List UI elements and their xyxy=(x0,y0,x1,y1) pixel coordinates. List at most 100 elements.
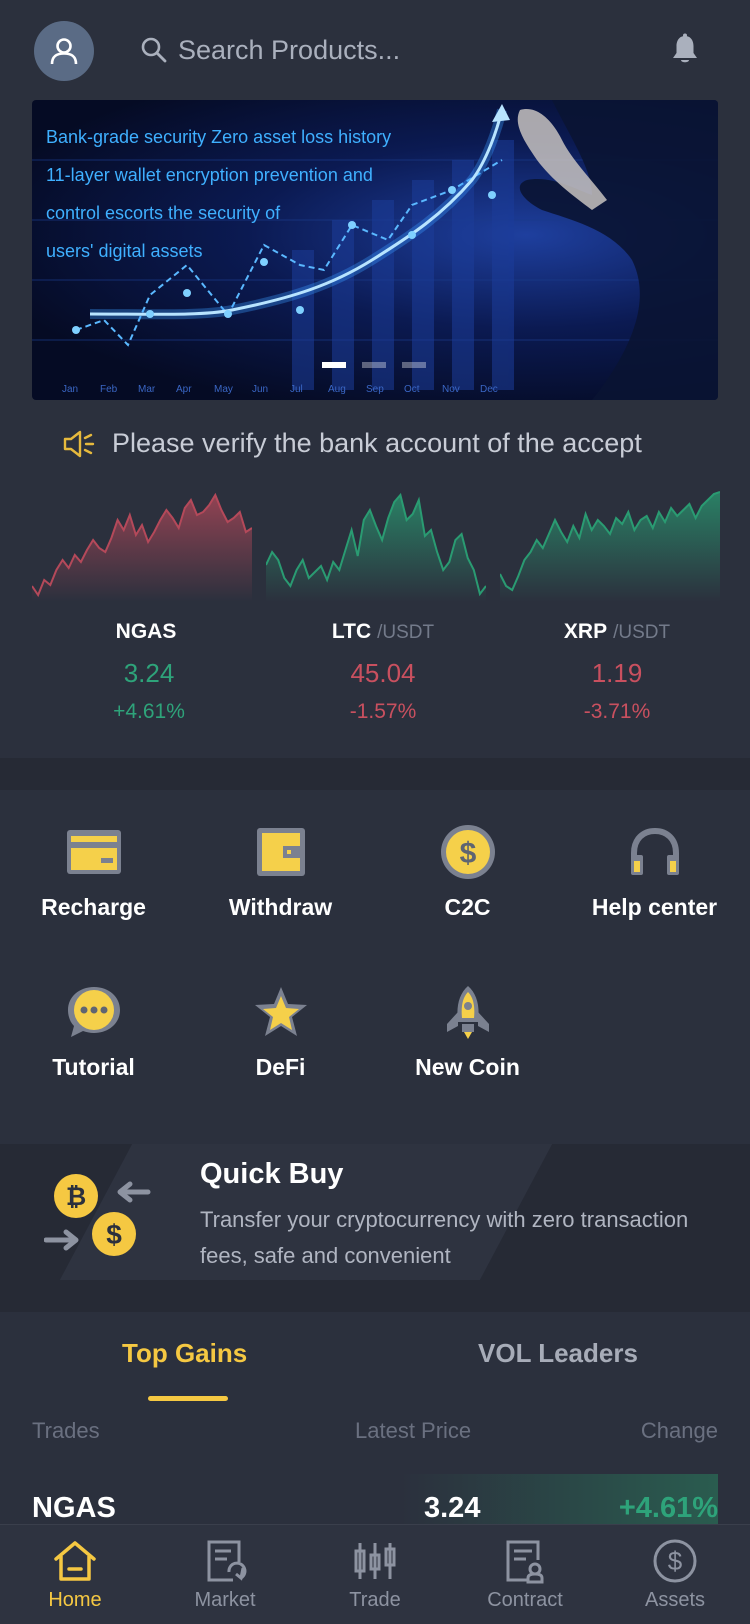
ticker-name: NGAS xyxy=(32,620,266,644)
announcement-text: Please verify the bank account of the ac… xyxy=(112,428,642,458)
tab-top-gains[interactable]: Top Gains xyxy=(122,1338,247,1369)
sparkline-chart xyxy=(32,492,252,602)
menu-recharge[interactable]: Recharge xyxy=(0,790,187,930)
svg-text:₿: ₿ xyxy=(66,1183,86,1211)
banner-line: users' digital assets xyxy=(46,241,203,261)
menu-tutorial[interactable]: Tutorial xyxy=(0,950,187,1090)
menu-label: Help center xyxy=(591,894,718,920)
quick-menu: Recharge Withdraw $ C2C Help center Tuto… xyxy=(0,790,750,1112)
carousel-dot[interactable] xyxy=(402,362,426,368)
ticker-symbol: NGAS xyxy=(115,620,177,643)
nav-assets[interactable]: $ Assets xyxy=(600,1525,750,1624)
bell-icon xyxy=(673,33,697,63)
trade-icon xyxy=(351,1537,399,1585)
search-icon xyxy=(141,37,167,63)
nav-label: Market xyxy=(194,1589,256,1611)
ticker-change: -1.57% xyxy=(349,700,417,723)
ticker-card-ngas[interactable]: NGAS 3.24 +4.61% xyxy=(32,490,266,730)
svg-text:$: $ xyxy=(459,837,476,870)
column-header-change: Change xyxy=(640,1418,718,1443)
tab-indicator xyxy=(148,1396,228,1401)
ticker-symbol: XRP xyxy=(563,620,608,643)
bottom-navigation: Home Market Trade Contract $ Assets xyxy=(0,1524,750,1624)
search-input[interactable]: Search Products... xyxy=(178,35,400,66)
notification-button[interactable] xyxy=(670,33,700,70)
menu-label: Withdraw xyxy=(228,894,333,920)
ticker-change: -3.71% xyxy=(583,700,651,723)
ticker-card-ltc[interactable]: LTC/USDT 45.04 -1.57% xyxy=(266,490,500,730)
ticker-pair: /USDT xyxy=(613,622,671,643)
menu-new-coin[interactable]: New Coin xyxy=(374,950,561,1090)
banner-month-label: Oct xyxy=(404,384,420,395)
menu-help-center[interactable]: Help center xyxy=(561,790,748,930)
ticker-pair: /USDT xyxy=(377,622,435,643)
quick-buy-banner[interactable]: ₿ $ Quick Buy Transfer your cryptocurren… xyxy=(0,1144,750,1280)
menu-withdraw[interactable]: Withdraw xyxy=(187,790,374,930)
svg-text:$: $ xyxy=(668,1546,683,1576)
banner-month-label: Apr xyxy=(176,384,192,395)
ranking-tabs: Top Gains VOL Leaders xyxy=(0,1312,750,1402)
market-icon xyxy=(201,1537,249,1585)
ticker-price: 3.24 xyxy=(123,658,175,688)
nav-market[interactable]: Market xyxy=(150,1525,300,1624)
sparkline-chart xyxy=(266,492,486,602)
contract-icon xyxy=(501,1537,549,1585)
chat-bubble-icon xyxy=(62,980,126,1044)
announcement-bar[interactable]: Please verify the bank account of the ac… xyxy=(62,428,642,459)
nav-contract[interactable]: Contract xyxy=(450,1525,600,1624)
nav-trade[interactable]: Trade xyxy=(300,1525,450,1624)
banner-month-label: Feb xyxy=(100,384,118,395)
banner-month-label: Dec xyxy=(480,384,498,395)
ticker-card-xrp[interactable]: XRP/USDT 1.19 -3.71% xyxy=(500,490,734,730)
ticker-name: XRP/USDT xyxy=(500,620,734,644)
banner-text: Bank-grade security Zero asset loss hist… xyxy=(46,118,446,270)
column-header-trades: Trades xyxy=(32,1418,100,1443)
menu-label: DeFi xyxy=(255,1054,306,1080)
nav-label: Assets xyxy=(644,1589,706,1611)
menu-label: Recharge xyxy=(41,894,146,920)
crypto-exchange-icon: ₿ $ xyxy=(44,1174,151,1256)
nav-label: Home xyxy=(48,1589,102,1611)
banner-month-label: Aug xyxy=(328,384,346,395)
banner-line: control escorts the security of xyxy=(46,203,281,223)
header: Search Products... xyxy=(0,0,750,100)
banner-month-label: Jun xyxy=(252,384,268,395)
table-header: Trades Latest Price Change xyxy=(0,1418,750,1458)
row-symbol: NGAS xyxy=(32,1492,116,1524)
banner-line: Bank-grade security Zero asset loss hist… xyxy=(46,127,392,147)
card-icon xyxy=(62,820,126,884)
assets-icon: $ xyxy=(651,1537,699,1585)
headphones-icon xyxy=(623,820,687,884)
wallet-icon xyxy=(249,820,313,884)
carousel-dot[interactable] xyxy=(362,362,386,368)
nav-home[interactable]: Home xyxy=(0,1525,150,1624)
search-bar[interactable]: Search Products... xyxy=(140,24,400,76)
svg-text:$: $ xyxy=(106,1219,122,1250)
rocket-icon xyxy=(436,980,500,1044)
dollar-coin-icon: $ xyxy=(436,820,500,884)
banner-month-label: May xyxy=(214,384,233,395)
menu-defi[interactable]: DeFi xyxy=(187,950,374,1090)
menu-c2c[interactable]: $ C2C xyxy=(374,790,561,930)
promo-banner[interactable]: Jan Feb Mar Apr May Jun Jul Aug Sep Oct Nov Dec Ban… xyxy=(32,100,718,400)
avatar[interactable] xyxy=(34,21,94,81)
nav-label: Contract xyxy=(487,1589,563,1611)
section-divider xyxy=(0,1280,750,1312)
user-icon xyxy=(50,38,78,65)
banner-month-label: Jan xyxy=(62,384,78,395)
speaker-icon xyxy=(63,430,95,457)
ticker-price: 45.04 xyxy=(350,658,416,688)
quick-buy-description: Transfer your cryptocurrency with zero t… xyxy=(200,1207,689,1268)
star-icon xyxy=(249,980,313,1044)
ticker-cards: NGAS 3.24 +4.61% LTC/USDT 45.04 -1.57% X… xyxy=(0,490,750,758)
banner-month-label: Nov xyxy=(442,384,460,395)
menu-label: New Coin xyxy=(415,1054,520,1080)
sparkline-chart xyxy=(500,491,720,602)
banner-line: 11-layer wallet encryption prevention an… xyxy=(46,165,373,185)
tab-vol-leaders[interactable]: VOL Leaders xyxy=(478,1338,638,1369)
carousel-dot-active[interactable] xyxy=(322,362,346,368)
home-icon xyxy=(51,1537,99,1585)
quick-buy-title: Quick Buy xyxy=(200,1158,344,1190)
section-divider xyxy=(0,758,750,790)
row-price: 3.24 xyxy=(424,1492,481,1524)
